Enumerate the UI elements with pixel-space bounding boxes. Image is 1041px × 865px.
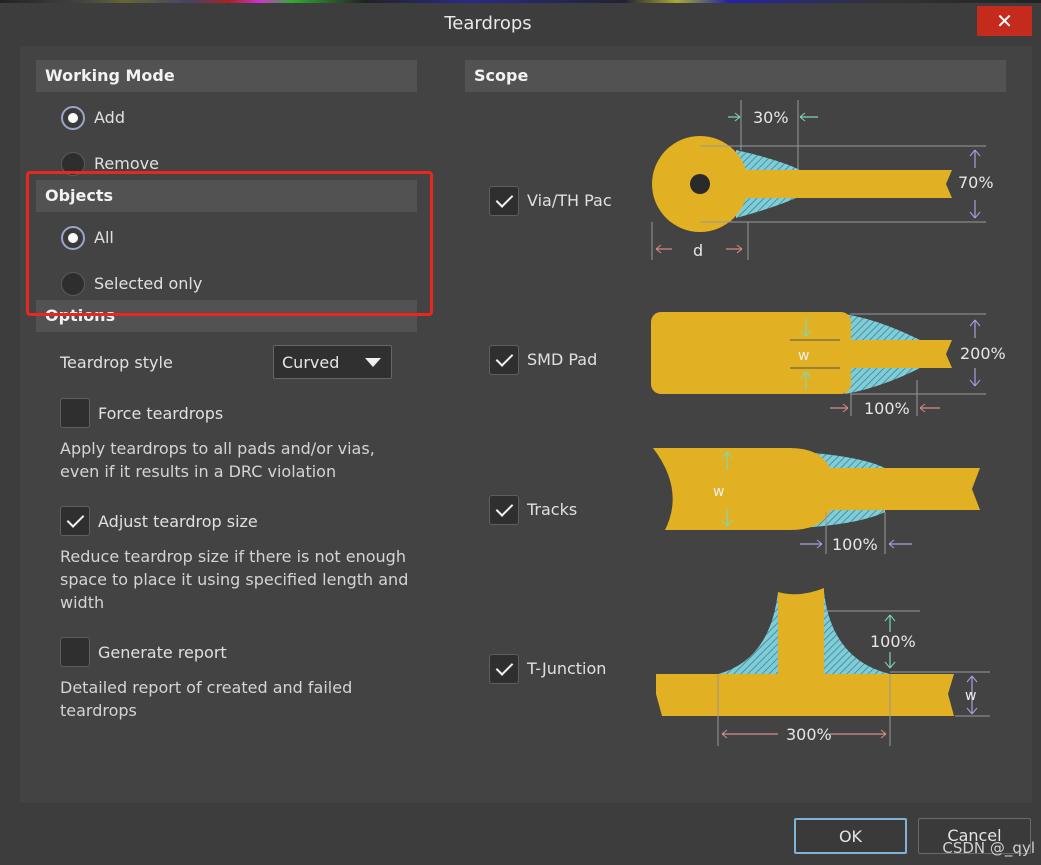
smd-track	[790, 340, 952, 368]
via-diameter-label: d	[693, 241, 703, 260]
tracks-w-label: w	[713, 484, 724, 500]
tjunction-height-label: 100%	[870, 632, 916, 651]
smd-w-label: w	[798, 348, 809, 364]
scope-diagrams: 30% 70% d w 200% 100% w 100% 100% w 300%	[651, 100, 1006, 746]
tracks-length-label: 100%	[832, 535, 878, 554]
smd-width-label: 200%	[960, 344, 1006, 363]
ok-button[interactable]: OK	[794, 818, 907, 854]
tjunction-horizontal-track	[656, 674, 954, 716]
tjunction-length-label: 300%	[786, 725, 832, 744]
via-track	[740, 170, 952, 198]
tjunction-w-label: w	[965, 688, 976, 704]
tracks-wide-track	[653, 448, 830, 530]
via-length-label: 30%	[753, 108, 789, 127]
via-diagram: 30% 70% d	[651, 100, 994, 260]
tracks-diagram: w 100%	[653, 448, 980, 554]
watermark: CSDN @_qyl	[942, 839, 1035, 857]
smd-length-label: 100%	[864, 399, 910, 418]
via-hole	[690, 174, 710, 194]
tjunction-teardrop-left	[718, 592, 778, 674]
tjunction-vertical-track	[778, 588, 824, 674]
tjunction-diagram: 100% w 300%	[656, 588, 990, 746]
smd-diagram: w 200% 100%	[651, 312, 1006, 418]
tracks-narrow-track	[826, 468, 980, 510]
via-width-label: 70%	[958, 173, 994, 192]
